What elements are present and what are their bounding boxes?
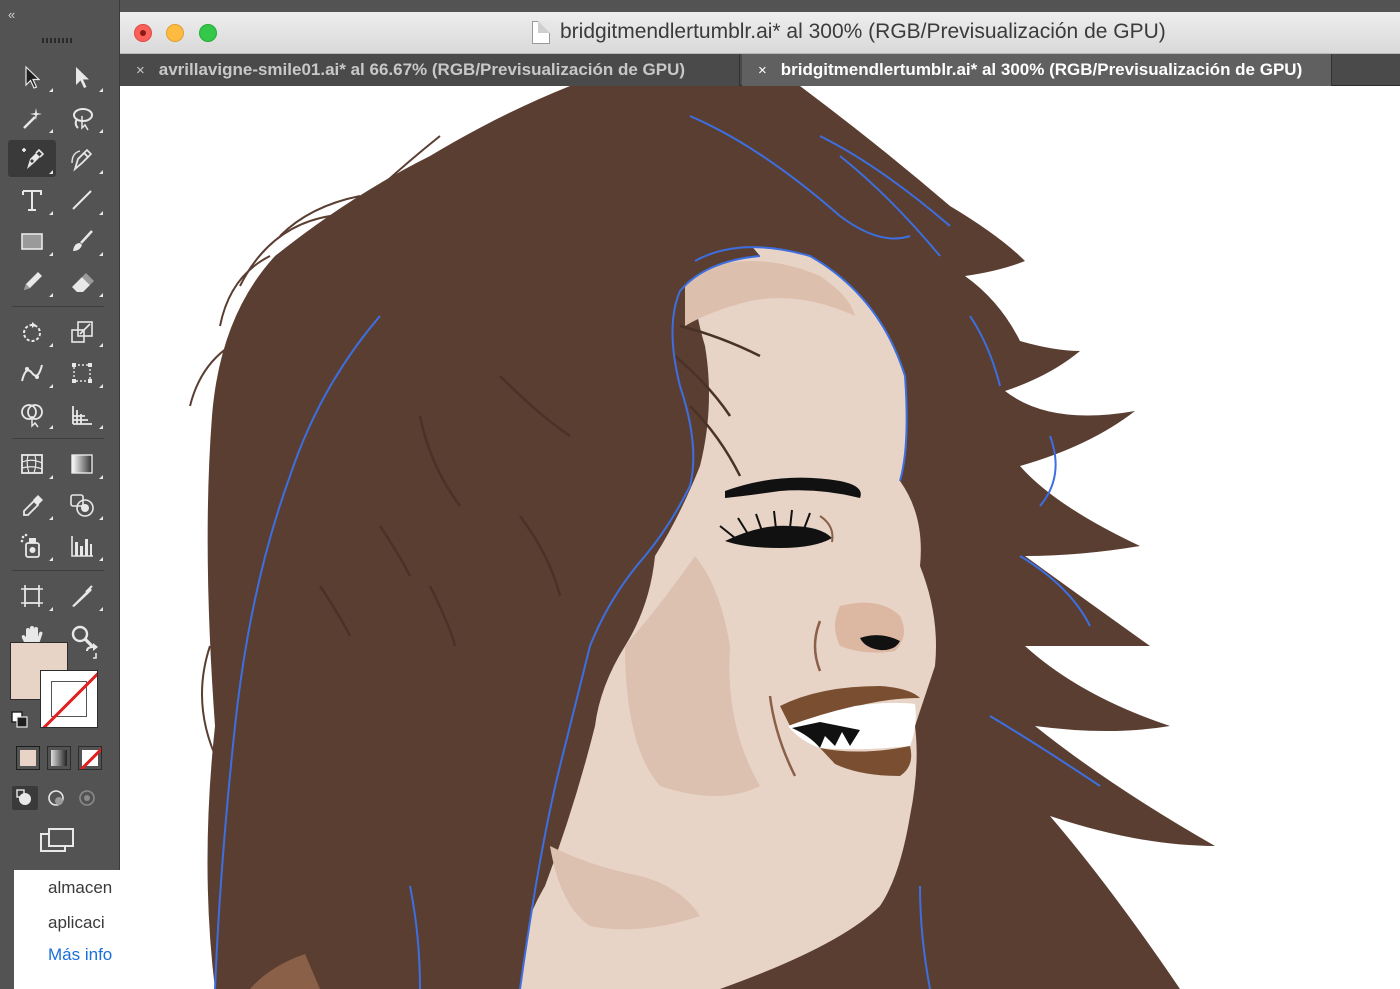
eyedropper-tool[interactable] [8, 486, 56, 523]
popup-text-line: aplicaci [48, 913, 105, 932]
type-tool[interactable] [8, 181, 56, 218]
artboard-canvas[interactable] [120, 86, 1400, 989]
draw-mode-buttons [12, 786, 100, 810]
paintbrush-icon [73, 229, 93, 251]
lasso-tool[interactable] [58, 99, 106, 136]
pencil-icon [24, 271, 42, 290]
panel-grip[interactable] [42, 38, 74, 43]
rotate-tool[interactable] [8, 313, 56, 350]
toolbar-divider [12, 306, 104, 307]
default-fill-stroke-icon[interactable] [10, 710, 30, 730]
free-transform-icon [72, 362, 92, 383]
eraser-tool[interactable] [58, 263, 106, 300]
document-icon [532, 21, 550, 44]
draw-normal-button[interactable] [12, 786, 38, 810]
tab-label: avrillavigne-smile01.ai* al 66.67% (RGB/… [158, 60, 686, 79]
draw-inside-button[interactable] [74, 786, 100, 810]
document-tab-bar: × avrillavigne-smile01.ai* al 66.67% (RG… [120, 54, 1400, 86]
stroke-color-swatch[interactable] [40, 670, 98, 728]
blend-tool[interactable] [58, 486, 106, 523]
slice-tool[interactable] [58, 577, 106, 614]
none-mode-button[interactable] [78, 746, 102, 770]
color-mode-buttons [16, 746, 102, 770]
free-transform-tool[interactable] [58, 354, 106, 391]
document-window: bridgitmendlertumblr.ai* al 300% (RGB/Pr… [120, 12, 1400, 989]
scale-tool[interactable] [58, 313, 106, 350]
line-segment-tool[interactable] [58, 181, 106, 218]
artboard-icon [21, 584, 43, 607]
warp-icon [21, 364, 43, 381]
close-tab-icon[interactable]: × [758, 62, 767, 79]
none-slash [41, 671, 97, 727]
more-info-link[interactable]: Más info [48, 945, 112, 965]
tab-label: bridgitmendlertumblr.ai* al 300% (RGB/Pr… [780, 60, 1303, 79]
slice-knife-icon [72, 584, 93, 607]
mesh-icon [21, 453, 43, 474]
column-graph-tool[interactable] [58, 527, 106, 564]
document-tab-bridgitmendler[interactable]: × bridgitmendlertumblr.ai* al 300% (RGB/… [742, 54, 1332, 86]
rectangle-icon [21, 232, 43, 250]
artboard-tool[interactable] [8, 577, 56, 614]
vector-portrait-artwork [189, 86, 1215, 989]
symbol-sprayer-tool[interactable] [8, 527, 56, 564]
direct-selection-tool[interactable] [58, 58, 106, 95]
tools-grid [8, 58, 112, 655]
pen-tool[interactable] [8, 140, 56, 177]
shape-builder-icon [21, 403, 43, 428]
collapse-panel-button[interactable]: « [0, 0, 119, 28]
tools-panel: « almacen aplicaci Más info [0, 0, 120, 989]
eraser-icon [72, 272, 94, 292]
toolbar-divider [12, 438, 104, 439]
rectangle-tool[interactable] [8, 222, 56, 259]
curvature-tool[interactable] [58, 140, 106, 177]
draw-behind-button[interactable] [43, 786, 69, 810]
pen-icon [22, 147, 45, 169]
paintbrush-tool[interactable] [58, 222, 106, 259]
draw-normal-icon [16, 789, 31, 805]
direct-selection-arrow-icon [76, 66, 89, 88]
draw-inside-icon [79, 790, 95, 806]
minimize-window-button[interactable] [166, 24, 184, 42]
document-tab-avrillavigne[interactable]: × avrillavigne-smile01.ai* al 66.67% (RG… [120, 54, 740, 86]
info-popup-fragment: almacen aplicaci Más info [14, 870, 120, 989]
window-title: bridgitmendlertumblr.ai* al 300% (RGB/Pr… [560, 20, 1166, 43]
eyedropper-icon [23, 494, 43, 516]
scale-icon [71, 320, 93, 343]
selection-tool[interactable] [8, 58, 56, 95]
perspective-grid-tool[interactable] [58, 395, 106, 432]
fill-stroke-control [8, 640, 112, 740]
gradient-mode-button[interactable] [47, 746, 71, 770]
symbol-sprayer-icon [20, 533, 40, 558]
selection-arrow-icon [25, 65, 41, 89]
window-titlebar[interactable]: bridgitmendlertumblr.ai* al 300% (RGB/Pr… [120, 12, 1400, 54]
curvature-pen-icon [71, 148, 93, 172]
toolbar-divider [12, 570, 104, 571]
close-window-button[interactable] [134, 24, 152, 42]
popup-text-line: almacen [48, 878, 113, 897]
puppet-warp-tool[interactable] [8, 354, 56, 391]
perspective-grid-icon [72, 405, 92, 425]
draw-behind-icon [48, 790, 64, 806]
magic-wand-tool[interactable] [8, 99, 56, 136]
type-t-icon [22, 189, 42, 211]
lasso-icon [73, 107, 93, 130]
magic-wand-icon [23, 107, 42, 129]
close-tab-icon[interactable]: × [136, 62, 145, 79]
rotate-icon [23, 321, 41, 342]
line-segment-icon [72, 189, 92, 210]
pencil-tool[interactable] [8, 263, 56, 300]
blend-icon [70, 493, 94, 517]
gradient-icon [71, 453, 93, 474]
swap-fill-stroke-icon[interactable] [82, 642, 102, 662]
mesh-tool[interactable] [8, 445, 56, 482]
zoom-window-button[interactable] [199, 24, 217, 42]
screen-mode-icon[interactable] [38, 826, 76, 856]
color-mode-button[interactable] [16, 746, 40, 770]
shape-builder-tool[interactable] [8, 395, 56, 432]
column-graph-icon [71, 535, 93, 557]
gradient-tool[interactable] [58, 445, 106, 482]
